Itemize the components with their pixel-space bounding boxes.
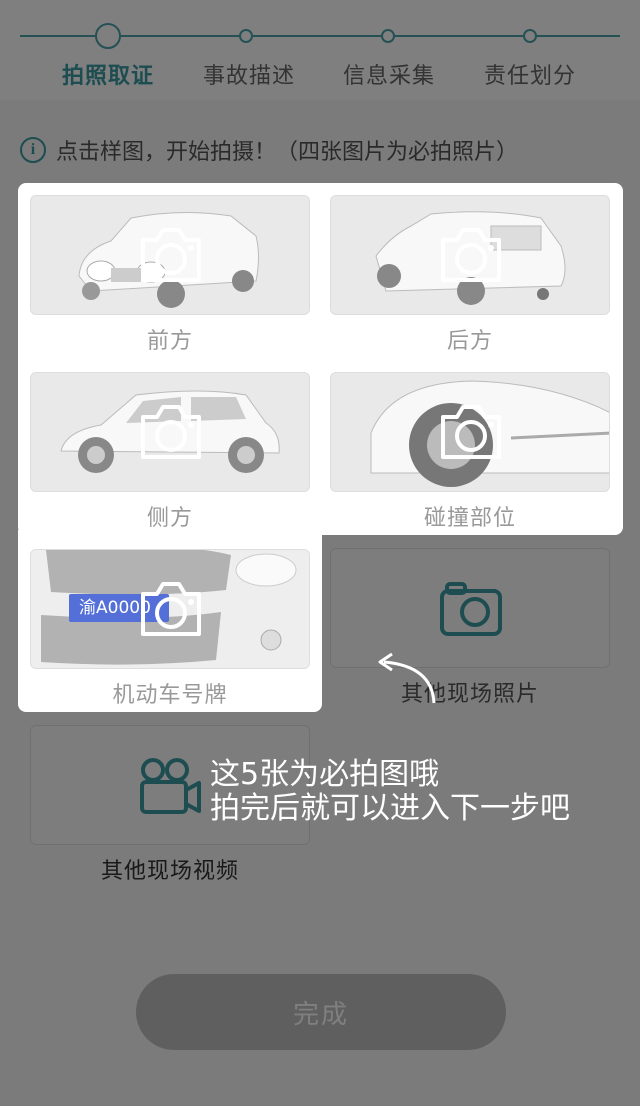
photo-tile-side[interactable]: 侧方 [30, 372, 310, 532]
photo-tile-plate[interactable]: 渝A0000 机动车号牌 [30, 549, 310, 709]
camera-icon [141, 582, 201, 636]
front-photo-thumb[interactable] [30, 195, 310, 315]
guide-line-2: 拍完后就可以进入下一步吧 [210, 791, 570, 826]
guide-line-1: 这5张为必拍图哦 [210, 757, 440, 792]
photo-tile-collision[interactable]: 碰撞部位 [330, 372, 610, 532]
guide-text: 这5张为必拍图哦 拍完后就可以进入下一步吧 [210, 758, 630, 826]
plate-label: 机动车号牌 [112, 683, 228, 708]
rear-photo-thumb[interactable] [330, 195, 610, 315]
side-label: 侧方 [146, 506, 193, 531]
rear-label: 后方 [446, 329, 493, 354]
guide-arrow-icon [378, 652, 436, 704]
collision-label: 碰撞部位 [423, 506, 516, 531]
camera-icon [141, 405, 201, 459]
accident-photo-page: 拍照取证 事故描述 信息采集 责任划分 i 点击样图，开始拍摄！（四张图片为必拍… [0, 0, 640, 1106]
side-photo-thumb[interactable] [30, 372, 310, 492]
photo-tile-front[interactable]: 前方 [30, 195, 310, 355]
plate-photo-thumb[interactable]: 渝A0000 [30, 549, 310, 669]
camera-icon [141, 228, 201, 282]
photo-tile-rear[interactable]: 后方 [330, 195, 610, 355]
collision-photo-thumb[interactable] [330, 372, 610, 492]
camera-icon [441, 405, 501, 459]
front-label: 前方 [146, 329, 193, 354]
camera-icon [441, 228, 501, 282]
